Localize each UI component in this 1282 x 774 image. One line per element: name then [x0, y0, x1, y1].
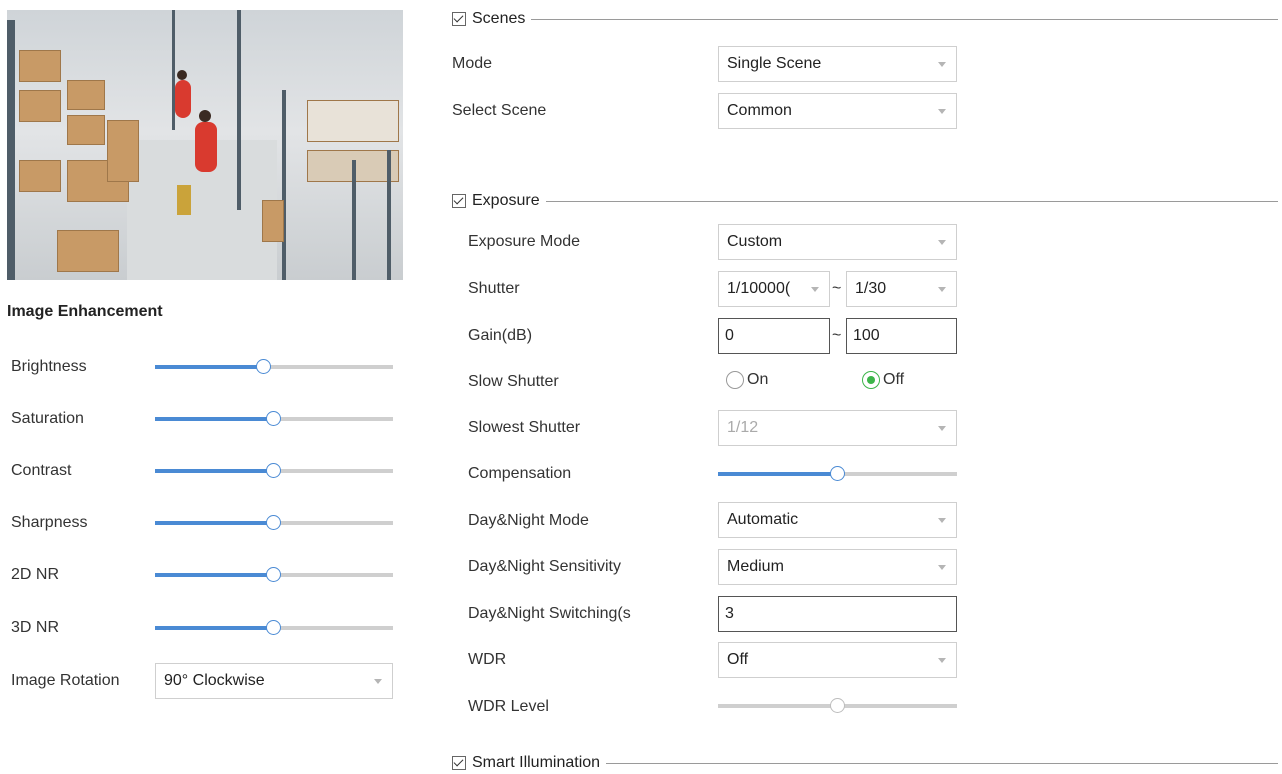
slider-fill — [155, 469, 274, 473]
smart-illumination-title: Smart Illumination — [472, 754, 601, 771]
image-rotation-select[interactable]: 90° Clockwise — [155, 663, 393, 699]
slider-handle[interactable] — [266, 567, 281, 582]
scenes-title: Scenes — [472, 10, 526, 27]
chevron-down-icon — [938, 109, 946, 114]
slider-fill — [155, 626, 274, 630]
divider — [531, 18, 1278, 20]
slow-shutter-off-radio[interactable]: Off — [862, 371, 904, 389]
day-night-sensitivity-select[interactable]: Medium — [718, 549, 957, 585]
enhancement-slider[interactable] — [155, 567, 393, 583]
day-night-mode-label: Day&Night Mode — [468, 512, 589, 529]
slowest-shutter-label: Slowest Shutter — [468, 419, 581, 436]
compensation-label: Compensation — [468, 465, 572, 482]
chevron-down-icon — [938, 287, 946, 292]
day-night-switching-label: Day&Night Switching(s — [468, 605, 631, 622]
chevron-down-icon — [811, 287, 819, 292]
slider-handle[interactable] — [266, 411, 281, 426]
day-night-sensitivity-label: Day&Night Sensitivity — [468, 558, 621, 575]
slow-shutter-label: Slow Shutter — [468, 373, 559, 390]
day-night-mode-value: Automatic — [727, 511, 799, 528]
enhancement-slider[interactable] — [155, 359, 393, 375]
range-separator: ~ — [832, 280, 842, 297]
slider-fill — [155, 573, 274, 577]
exposure-mode-value: Custom — [727, 233, 783, 250]
scene-mode-select[interactable]: Single Scene — [718, 46, 957, 82]
slider-fill — [155, 417, 274, 421]
gain-label: Gain(dB) — [468, 327, 533, 344]
slider-label: Sharpness — [11, 514, 88, 531]
slider-label: Brightness — [11, 358, 87, 375]
radio-unselected-icon — [726, 371, 744, 389]
wdr-value: Off — [727, 651, 749, 668]
exposure-mode-label: Exposure Mode — [468, 233, 581, 250]
radio-selected-icon — [862, 371, 880, 389]
slider-handle[interactable] — [266, 620, 281, 635]
exposure-checkbox[interactable] — [452, 194, 466, 208]
image-rotation-value: 90° Clockwise — [164, 672, 265, 689]
chevron-down-icon — [374, 679, 382, 684]
day-night-sensitivity-value: Medium — [727, 558, 784, 575]
image-rotation-label: Image Rotation — [11, 672, 120, 689]
scenes-checkbox[interactable] — [452, 12, 466, 26]
slider-handle[interactable] — [829, 466, 845, 481]
slider-handle[interactable] — [266, 463, 281, 478]
exposure-group-header: Exposure — [452, 190, 1278, 212]
smart-illumination-group-header: Smart Illumination — [452, 752, 1278, 774]
wdr-label: WDR — [468, 651, 507, 668]
slider-label: 3D NR — [11, 619, 60, 636]
enhancement-slider[interactable] — [155, 620, 393, 636]
gain-max-input[interactable]: 100 — [846, 318, 957, 354]
exposure-title: Exposure — [472, 192, 540, 209]
enhancement-slider[interactable] — [155, 411, 393, 427]
range-separator: ~ — [832, 327, 842, 344]
select-scene-select[interactable]: Common — [718, 93, 957, 129]
slider-fill — [718, 472, 838, 476]
slider-handle[interactable] — [266, 515, 281, 530]
select-scene-label: Select Scene — [452, 102, 547, 119]
chevron-down-icon — [938, 658, 946, 663]
wdr-level-slider[interactable] — [718, 698, 957, 714]
chevron-down-icon — [938, 565, 946, 570]
shutter-min-select[interactable]: 1/10000( — [718, 271, 830, 307]
exposure-mode-select[interactable]: Custom — [718, 224, 957, 260]
enhancement-slider[interactable] — [155, 463, 393, 479]
shutter-max-select[interactable]: 1/30 — [846, 271, 957, 307]
slow-shutter-off-label: Off — [883, 371, 905, 388]
shutter-min-value: 1/10000( — [727, 280, 791, 297]
slider-label: Contrast — [11, 462, 72, 479]
divider — [606, 762, 1278, 764]
wdr-select[interactable]: Off — [718, 642, 957, 678]
scene-mode-value: Single Scene — [727, 55, 822, 72]
slowest-shutter-select[interactable]: 1/12 — [718, 410, 957, 446]
slider-handle[interactable] — [829, 698, 845, 713]
compensation-slider[interactable] — [718, 466, 957, 482]
chevron-down-icon — [938, 240, 946, 245]
chevron-down-icon — [938, 62, 946, 67]
select-scene-value: Common — [727, 102, 792, 119]
wdr-level-label: WDR Level — [468, 698, 549, 715]
image-enhancement-title: Image Enhancement — [7, 303, 163, 320]
slider-fill — [155, 365, 265, 369]
live-preview-image — [7, 10, 403, 280]
scenes-group-header: Scenes — [452, 8, 1278, 30]
shutter-max-value: 1/30 — [855, 280, 887, 297]
chevron-down-icon — [938, 518, 946, 523]
day-night-switching-input[interactable]: 3 — [718, 596, 957, 632]
slowest-shutter-value: 1/12 — [727, 419, 759, 436]
day-night-mode-select[interactable]: Automatic — [718, 502, 957, 538]
slider-fill — [155, 521, 274, 525]
slider-label: Saturation — [11, 410, 84, 427]
mode-label: Mode — [452, 55, 493, 72]
gain-min-input[interactable]: 0 — [718, 318, 830, 354]
slow-shutter-on-label: On — [747, 371, 769, 388]
slider-label: 2D NR — [11, 566, 60, 583]
shutter-label: Shutter — [468, 280, 520, 297]
slider-fill — [718, 704, 838, 708]
slider-handle[interactable] — [256, 359, 272, 374]
chevron-down-icon — [938, 426, 946, 431]
enhancement-slider[interactable] — [155, 515, 393, 531]
slow-shutter-on-radio[interactable]: On — [726, 371, 768, 389]
divider — [545, 200, 1278, 202]
